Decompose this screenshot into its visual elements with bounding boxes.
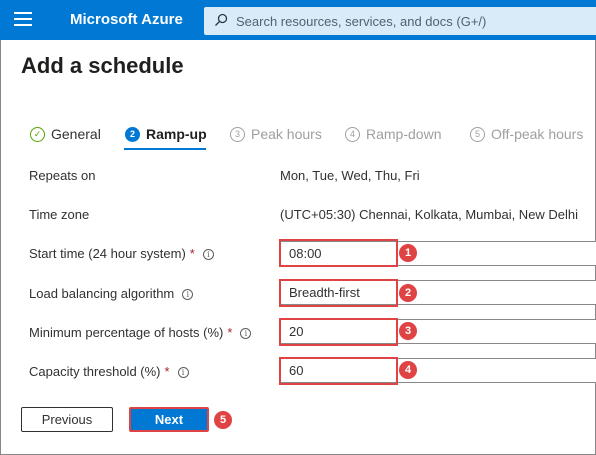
tab-peak-hours[interactable]: 3 Peak hours [230, 124, 322, 144]
required-marker: * [227, 325, 233, 340]
capacity-threshold-input[interactable] [280, 358, 596, 383]
next-button[interactable]: Next [129, 407, 209, 432]
search-icon [215, 13, 228, 26]
step-number: 4 [345, 126, 360, 142]
start-time-label: Start time (24 hour system) * i [29, 246, 214, 261]
step-marker-1: 1 [399, 244, 417, 262]
field-label: Capacity threshold (%) [29, 364, 161, 379]
required-marker: * [164, 364, 170, 379]
step-number: 5 [470, 126, 485, 142]
step-marker-3: 3 [399, 322, 417, 340]
load-balancing-select[interactable] [280, 280, 596, 305]
time-zone-label: Time zone [29, 207, 90, 222]
active-tab-indicator [124, 148, 206, 150]
previous-button[interactable]: Previous [21, 407, 113, 432]
step-number: 3 [230, 126, 245, 142]
field-label: Load balancing algorithm [29, 286, 175, 301]
tab-label: Ramp-up [146, 126, 207, 142]
field-label: Start time (24 hour system) [29, 246, 186, 261]
repeats-on-value: Mon, Tue, Wed, Thu, Fri [280, 168, 420, 183]
tab-general[interactable]: ✓ General [30, 124, 101, 144]
info-icon[interactable]: i [202, 249, 214, 260]
step-number: 2 [125, 126, 140, 142]
search-input[interactable]: Search resources, services, and docs (G+… [236, 14, 486, 29]
load-balancing-label: Load balancing algorithm i [29, 286, 194, 301]
start-time-input[interactable] [280, 241, 596, 266]
tab-label: Off-peak hours [491, 126, 584, 142]
capacity-threshold-label: Capacity threshold (%) * i [29, 364, 189, 379]
min-hosts-input[interactable] [280, 319, 596, 344]
field-label: Minimum percentage of hosts (%) [29, 325, 224, 340]
info-icon[interactable]: i [182, 289, 194, 300]
search-box[interactable]: Search resources, services, and docs (G+… [204, 7, 596, 35]
top-bar: Microsoft Azure Search resources, servic… [0, 0, 596, 40]
step-marker-4: 4 [399, 361, 417, 379]
brand-title[interactable]: Microsoft Azure [70, 11, 183, 28]
info-icon[interactable]: i [177, 367, 189, 378]
tab-label: Peak hours [251, 126, 322, 142]
required-marker: * [189, 246, 195, 261]
tab-ramp-up[interactable]: 2 Ramp-up [125, 124, 207, 144]
tab-ramp-down[interactable]: 4 Ramp-down [345, 124, 441, 144]
tab-label: Ramp-down [366, 126, 442, 142]
step-marker-2: 2 [399, 284, 417, 302]
step-marker-5: 5 [214, 411, 232, 429]
repeats-on-label: Repeats on [29, 168, 96, 183]
check-icon: ✓ [30, 126, 45, 142]
tab-off-peak-hours[interactable]: 5 Off-peak hours [470, 124, 583, 144]
tab-label: General [51, 126, 101, 142]
time-zone-value: (UTC+05:30) Chennai, Kolkata, Mumbai, Ne… [280, 207, 579, 222]
menu-icon[interactable] [14, 12, 32, 28]
page-title: Add a schedule [21, 53, 184, 78]
min-hosts-label: Minimum percentage of hosts (%) * i [29, 325, 252, 340]
info-icon[interactable]: i [240, 328, 252, 339]
